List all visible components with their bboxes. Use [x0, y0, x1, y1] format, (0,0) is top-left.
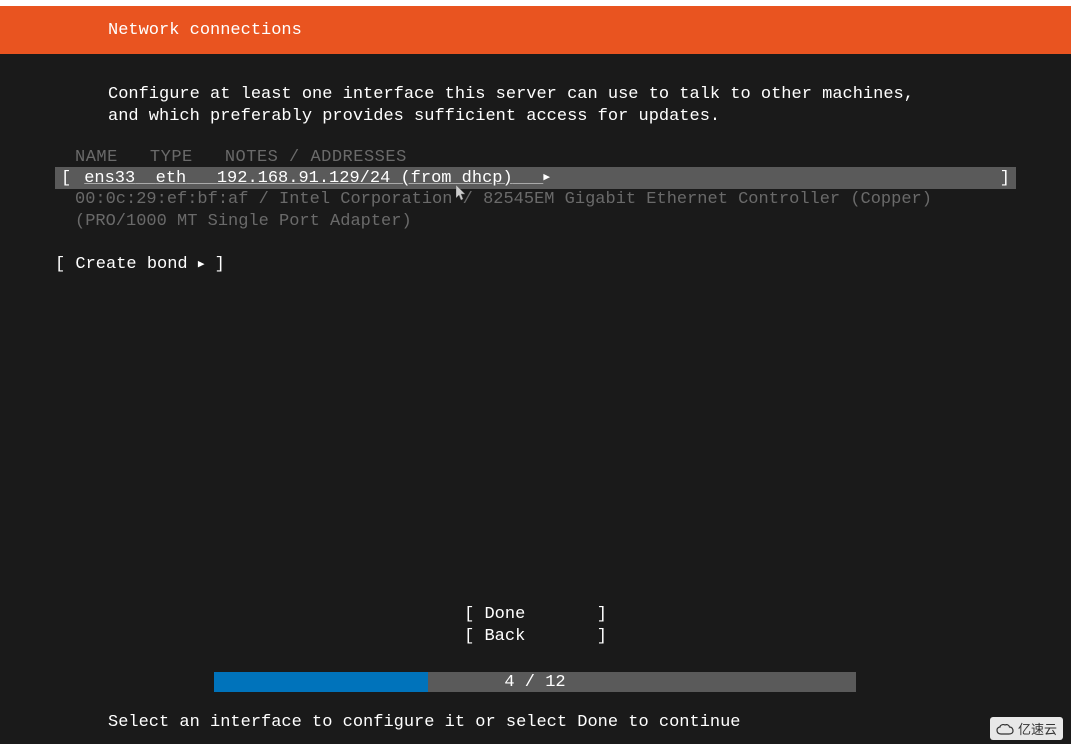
create-bond-label: Create bond — [75, 255, 187, 274]
done-button[interactable]: [ Done ] — [0, 604, 1071, 626]
instruction-line1: Configure at least one interface this se… — [108, 84, 1016, 106]
bracket-open: [ — [61, 169, 71, 188]
main-content: Configure at least one interface this se… — [0, 54, 1071, 274]
watermark-text: 亿速云 — [1018, 719, 1057, 738]
back-button[interactable]: [ Back ] — [0, 626, 1071, 648]
interface-row[interactable]: [ ens33 eth 192.168.91.129/24 (from dhcp… — [55, 167, 1016, 189]
bottom-buttons: [ Done ] [ Back ] — [0, 604, 1071, 648]
col-name: NAME — [75, 148, 118, 167]
interface-entry: ens33 eth 192.168.91.129/24 (from dhcp) … — [71, 169, 1000, 188]
instruction-text: Configure at least one interface this se… — [55, 84, 1016, 128]
watermark: 亿速云 — [990, 717, 1063, 740]
header-bar: Network connections — [0, 6, 1071, 54]
cloud-icon — [996, 723, 1014, 735]
status-line: Select an interface to configure it or s… — [108, 713, 741, 732]
progress-bar: 4 / 12 — [214, 672, 856, 692]
table-header: NAME TYPE NOTES / ADDRESSES — [55, 148, 1016, 167]
expand-icon: ▶ — [198, 257, 205, 271]
progress-text: 4 / 12 — [214, 673, 856, 692]
expand-icon: ▶ — [543, 170, 550, 184]
interface-detail-2: (PRO/1000 MT Single Port Adapter) — [55, 211, 1016, 233]
col-notes: NOTES / ADDRESSES — [225, 148, 407, 167]
bracket-close: ] — [1000, 169, 1010, 188]
instruction-line2: and which preferably provides sufficient… — [108, 106, 1016, 128]
create-bond-button[interactable]: [ Create bond ▶ ] — [55, 255, 1016, 274]
interface-detail-1: 00:0c:29:ef:bf:af / Intel Corporation / … — [55, 189, 1016, 211]
col-type: TYPE — [150, 148, 193, 167]
page-title: Network connections — [108, 21, 302, 40]
